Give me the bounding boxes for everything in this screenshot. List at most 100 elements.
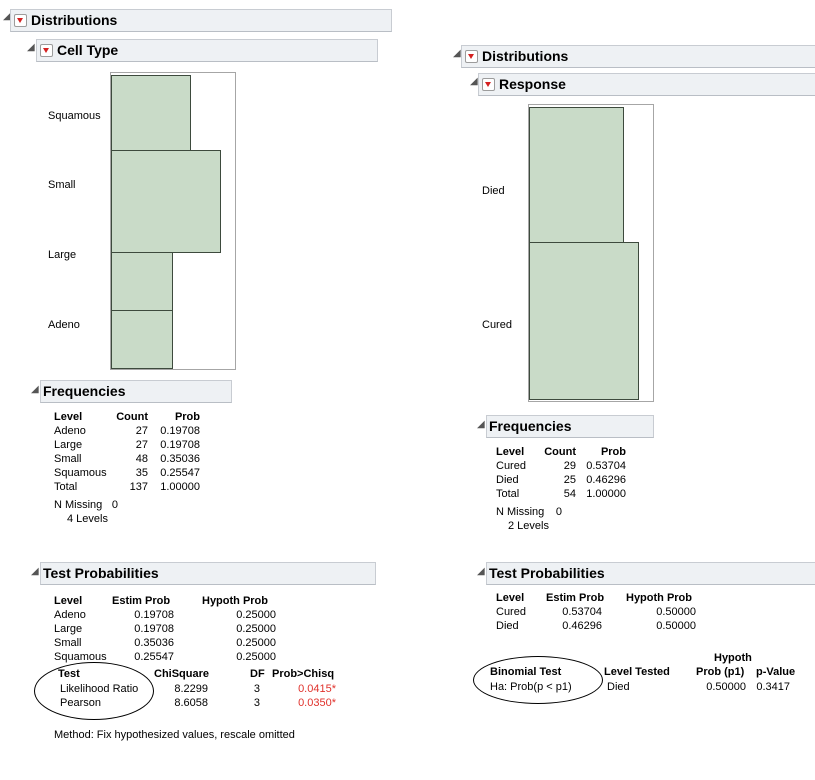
table-cell: 0.46296 xyxy=(562,620,602,632)
n-missing-label: N Missing xyxy=(496,506,545,518)
column-header: Count xyxy=(116,411,148,423)
table-cell: 0.19708 xyxy=(160,425,200,437)
bar-small xyxy=(111,150,221,253)
test-probabilities-header[interactable]: Test Probabilities xyxy=(486,562,815,585)
table-cell: 1.00000 xyxy=(586,488,626,500)
levels-count: 4 Levels xyxy=(67,513,108,525)
table-cell: 8.6058 xyxy=(174,697,208,709)
category-label: Adeno xyxy=(48,319,80,331)
column-header: p-Value xyxy=(756,666,796,678)
disclosure-triangle-icon[interactable]: ◢ xyxy=(453,48,461,59)
column-header: Level xyxy=(54,411,83,423)
method-note: Method: Fix hypothesized values, rescale… xyxy=(54,729,295,741)
table-cell: 0.25000 xyxy=(236,623,276,635)
distributions-title: Distributions xyxy=(31,12,118,28)
table-cell: 3 xyxy=(253,697,260,709)
table-cell: Died xyxy=(607,681,630,693)
category-label: Large xyxy=(48,249,77,261)
table-cell: 0.25547 xyxy=(134,651,174,663)
table-cell: Squamous xyxy=(54,467,107,479)
bar-cured xyxy=(529,242,639,400)
n-missing-value: 0 xyxy=(111,499,118,511)
column-header: Hypoth xyxy=(714,652,752,664)
category-label: Squamous xyxy=(48,110,101,122)
frequencies-header[interactable]: Frequencies xyxy=(40,380,232,403)
table-cell: 8.2299 xyxy=(174,683,208,695)
disclosure-triangle-icon[interactable]: ◢ xyxy=(477,566,485,577)
table-cell: 35 xyxy=(135,467,148,479)
table-cell: 0.50000 xyxy=(656,620,696,632)
response-header[interactable]: Response xyxy=(478,73,815,96)
column-header: Prob>Chisq xyxy=(272,668,335,680)
column-header: ChiSquare xyxy=(154,668,210,680)
frequencies-title: Frequencies xyxy=(43,383,126,399)
table-cell: 0.25000 xyxy=(236,651,276,663)
column-header: Count xyxy=(544,446,576,458)
table-cell: Cured xyxy=(496,460,526,472)
table-cell: 0.46296 xyxy=(586,474,626,486)
table-cell: 1.00000 xyxy=(160,481,200,493)
annotation-ellipse xyxy=(473,656,603,704)
distributions-title: Distributions xyxy=(482,48,569,64)
table-cell: 48 xyxy=(135,453,148,465)
n-missing-label: N Missing xyxy=(54,499,103,511)
table-cell: 0.35036 xyxy=(134,637,174,649)
table-cell: 0.19708 xyxy=(134,609,174,621)
table-cell: 0.19708 xyxy=(134,623,174,635)
response-bar-chart xyxy=(528,104,654,402)
table-cell: 27 xyxy=(135,439,148,451)
column-header: Level xyxy=(54,595,83,607)
red-triangle-menu-icon[interactable] xyxy=(14,14,27,27)
distributions-header[interactable]: Distributions xyxy=(461,45,815,68)
annotation-ellipse xyxy=(34,662,154,720)
column-header: Prob (p1) xyxy=(696,666,745,678)
table-cell: Total xyxy=(496,488,520,500)
column-header: Hypoth Prob xyxy=(202,595,268,607)
table-cell: 0.19708 xyxy=(160,439,200,451)
test-probabilities-header[interactable]: Test Probabilities xyxy=(40,562,376,585)
cell-type-bar-chart xyxy=(110,72,236,370)
disclosure-triangle-icon[interactable]: ◢ xyxy=(470,76,478,87)
column-header: DF xyxy=(250,668,265,680)
distributions-header[interactable]: Distributions xyxy=(10,9,392,32)
column-header: Level xyxy=(496,446,525,458)
test-probabilities-title: Test Probabilities xyxy=(43,565,159,581)
table-cell: 0.50000 xyxy=(706,681,746,693)
table-cell: 27 xyxy=(135,425,148,437)
table-cell: 54 xyxy=(563,488,576,500)
frequencies-title: Frequencies xyxy=(489,418,572,434)
table-cell: Adeno xyxy=(54,609,86,621)
table-cell: Cured xyxy=(496,606,526,618)
levels-count: 2 Levels xyxy=(508,520,549,532)
red-triangle-menu-icon[interactable] xyxy=(482,78,495,91)
frequencies-header[interactable]: Frequencies xyxy=(486,415,654,438)
red-triangle-menu-icon[interactable] xyxy=(40,44,53,57)
table-cell: 0.50000 xyxy=(656,606,696,618)
red-triangle-menu-icon[interactable] xyxy=(465,50,478,63)
table-cell: 29 xyxy=(563,460,576,472)
column-header: Prob xyxy=(600,446,626,458)
category-label: Small xyxy=(48,179,76,191)
variable-title: Cell Type xyxy=(57,42,119,58)
table-cell: 137 xyxy=(129,481,148,493)
column-header: Estim Prob xyxy=(112,595,171,607)
frequencies-table: Level Count Prob Cured 29 0.53704 Died 2… xyxy=(496,446,676,566)
disclosure-triangle-icon[interactable]: ◢ xyxy=(31,566,39,577)
table-cell: Small xyxy=(54,453,82,465)
test-probabilities-title: Test Probabilities xyxy=(489,565,605,581)
bar-squamous xyxy=(111,75,191,151)
p-value-cell: 0.0415* xyxy=(298,683,336,695)
table-cell: Small xyxy=(54,637,82,649)
table-cell: 0.53704 xyxy=(586,460,626,472)
disclosure-triangle-icon[interactable]: ◢ xyxy=(31,384,39,395)
disclosure-triangle-icon[interactable]: ◢ xyxy=(477,419,485,430)
column-header: Hypoth Prob xyxy=(626,592,692,604)
disclosure-triangle-icon[interactable]: ◢ xyxy=(27,42,35,53)
cell-type-header[interactable]: Cell Type xyxy=(36,39,378,62)
column-header: Estim Prob xyxy=(546,592,605,604)
bar-died xyxy=(529,107,624,243)
table-cell: 0.25000 xyxy=(236,637,276,649)
bar-adeno xyxy=(111,310,173,369)
column-header: Level Tested xyxy=(604,666,670,678)
n-missing-value: 0 xyxy=(555,506,562,518)
